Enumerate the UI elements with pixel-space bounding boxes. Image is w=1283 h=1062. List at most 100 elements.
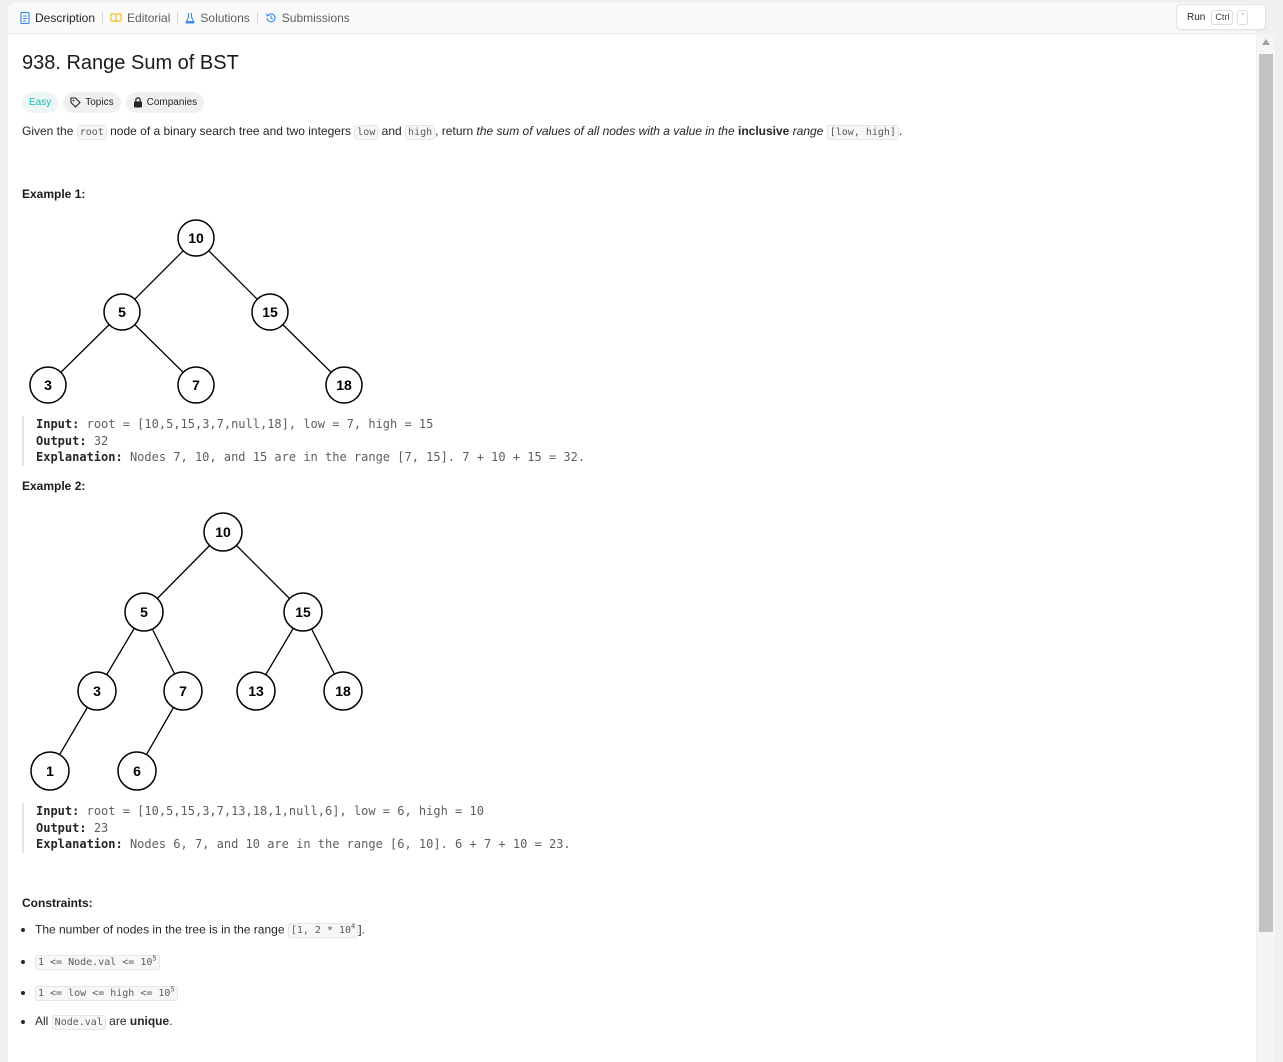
example-1-block: Input: root = [10,5,15,3,7,null,18], low… (22, 416, 585, 466)
tree-node: 7 (177, 366, 215, 404)
code-text: [1, 2 * 10 (290, 925, 352, 937)
svg-text:15: 15 (295, 604, 311, 620)
constraint-item: The number of nodes in the tree is in th… (35, 918, 365, 940)
book-icon (110, 13, 122, 23)
scrollbar-thumb[interactable] (1259, 54, 1273, 932)
output-value: 23 (93, 820, 109, 835)
history-icon (265, 13, 276, 23)
tree-node: 18 (325, 366, 363, 404)
svg-text:18: 18 (336, 377, 352, 393)
topics-button[interactable]: Topics (63, 92, 121, 113)
constraint-code: [1, 2 * 104 (287, 923, 359, 939)
topics-label: Topics (85, 97, 114, 108)
tab-solutions[interactable]: Solutions (178, 3, 256, 33)
tree-node: 10 (177, 219, 215, 257)
tab-submissions-label: Submissions (281, 11, 350, 25)
input-label: Input: (36, 417, 80, 431)
desc-bold: inclusive (738, 124, 790, 138)
ctrl-key: Ctrl (1211, 9, 1234, 25)
code-sup: 5 (152, 954, 157, 963)
tab-solutions-label: Solutions (200, 11, 250, 25)
svg-text:1: 1 (46, 763, 54, 779)
desc-text: node of a binary search tree and two int… (106, 124, 355, 138)
constraint-text: The number of nodes in the tree is in th… (35, 922, 288, 937)
constraint-text: All (35, 1013, 52, 1028)
constraint-code: 1 <= Node.val <= 105 (35, 954, 160, 970)
run-shortcut[interactable]: Run Ctrl ' (1176, 4, 1266, 30)
code-text: 1 <= low <= high <= 10 (38, 987, 171, 999)
code-sup: 4 (351, 923, 356, 931)
svg-text:6: 6 (133, 763, 141, 779)
explanation-value: Nodes 7, 10, and 15 are in the range [7,… (129, 450, 586, 464)
svg-text:10: 10 (188, 230, 204, 246)
desc-italic: the sum of values of all nodes with a va… (476, 124, 738, 138)
tab-editorial[interactable]: Editorial (103, 3, 177, 33)
vertical-scrollbar[interactable] (1257, 34, 1275, 1062)
tree-node: 5 (103, 293, 141, 331)
svg-text:5: 5 (140, 604, 148, 620)
svg-text:5: 5 (118, 304, 126, 320)
input-value: root = [10,5,15,3,7,13,18,1,null,6], low… (86, 804, 484, 818)
input-value: root = [10,5,15,3,7,null,18], low = 7, h… (86, 417, 434, 431)
svg-text:7: 7 (179, 683, 187, 699)
description-panel: Description Editorial Solutions Submissi… (8, 3, 1256, 1062)
desc-text: , return (435, 124, 477, 138)
tag-icon (70, 97, 82, 108)
code-root: root (76, 125, 107, 140)
svg-text:7: 7 (192, 377, 200, 393)
tree-node: 15 (283, 592, 323, 632)
output-label: Output: (36, 433, 87, 448)
tree-node: 13 (236, 671, 276, 711)
tree-node: 18 (323, 671, 363, 711)
constraint-text: . (169, 1013, 173, 1028)
constraint-code: 1 <= low <= high <= 105 (35, 986, 178, 1001)
run-label: Run (1187, 11, 1206, 23)
tree-node: 7 (163, 671, 203, 711)
explanation-value: Nodes 6, 7, and 10 are in the range [6, … (129, 837, 571, 851)
example-2-label: Example 2: (22, 479, 86, 493)
output-value: 32 (93, 433, 109, 448)
tab-description-label: Description (35, 11, 96, 25)
scroll-up-icon[interactable] (1262, 39, 1270, 45)
tree-node: 1 (30, 751, 70, 791)
constraint-item: 1 <= Node.val <= 105 (35, 949, 365, 971)
desc-italic: range (789, 124, 827, 138)
constraint-code: Node.val (51, 1014, 106, 1030)
difficulty-badge: Easy (22, 92, 59, 113)
tree-node: 5 (124, 592, 164, 632)
tree-node: 3 (29, 366, 67, 404)
constraint-text: ]. (358, 922, 365, 937)
svg-text:15: 15 (262, 304, 278, 320)
svg-text:3: 3 (44, 377, 52, 393)
svg-text:18: 18 (335, 683, 351, 699)
problem-description: Given the root node of a binary search t… (22, 124, 902, 140)
desc-text: and (378, 124, 406, 138)
constraints-label: Constraints: (22, 896, 93, 910)
example-2-block: Input: root = [10,5,15,3,7,13,18,1,null,… (22, 803, 571, 853)
code-low: low (354, 125, 379, 140)
lock-icon (133, 97, 142, 108)
tree-node: 6 (117, 751, 157, 791)
code-sup: 5 (170, 985, 175, 994)
svg-text:10: 10 (215, 524, 231, 540)
tab-description[interactable]: Description (8, 3, 102, 33)
output-label: Output: (36, 820, 87, 835)
companies-label: Companies (146, 97, 198, 108)
constraint-item: 1 <= low <= high <= 105 (35, 981, 365, 1003)
problem-tags: Easy Topics Companies (22, 92, 209, 113)
tree-node: 3 (77, 671, 117, 711)
code-range: [low, high] (826, 125, 899, 140)
tree-node: 15 (251, 293, 289, 331)
explanation-label: Explanation: (36, 837, 123, 851)
document-icon (20, 12, 30, 24)
tab-submissions[interactable]: Submissions (258, 3, 357, 33)
constraint-item: All Node.val are unique. (35, 1012, 365, 1032)
desc-text: Given the (22, 124, 77, 138)
code-high: high (405, 125, 436, 140)
companies-button[interactable]: Companies (125, 92, 205, 113)
svg-text:13: 13 (248, 683, 264, 699)
flask-icon (185, 13, 195, 24)
quote-key: ' (1237, 9, 1249, 25)
example-2-tree: 10 5 15 3 7 13 18 1 6 (30, 512, 363, 791)
svg-text:3: 3 (93, 683, 101, 699)
